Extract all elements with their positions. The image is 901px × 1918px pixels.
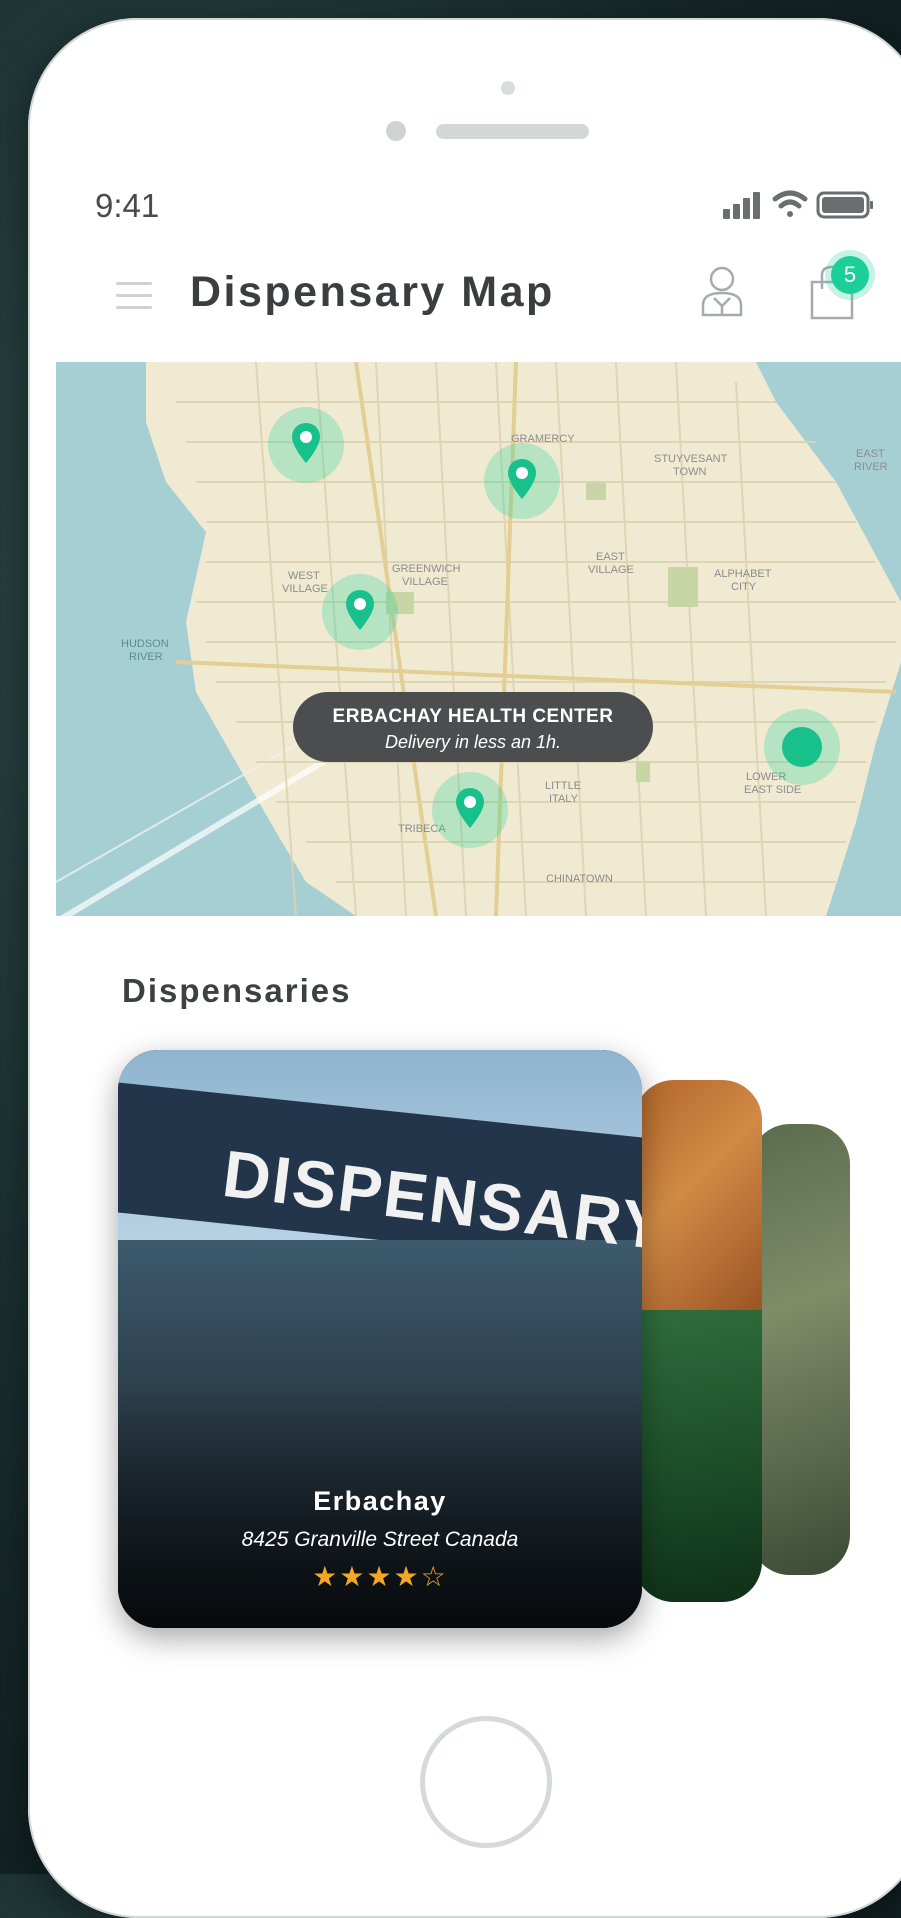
svg-text:VILLAGE: VILLAGE: [588, 564, 634, 576]
map-label-chinatown: CHINATOWN: [546, 873, 613, 885]
map-pin[interactable]: [268, 407, 344, 483]
svg-text:WEST: WEST: [288, 570, 320, 582]
svg-text:LITTLE: LITTLE: [545, 780, 581, 792]
dispensary-card-3[interactable]: [750, 1124, 850, 1575]
svg-text:VILLAGE: VILLAGE: [402, 576, 448, 588]
svg-text:ALPHABET: ALPHABET: [714, 568, 772, 580]
callout-subtitle: Delivery in less an 1h.: [384, 732, 562, 752]
earpiece-speaker: [436, 124, 589, 139]
dispensary-card-2[interactable]: [634, 1080, 762, 1602]
card-image: [634, 1080, 762, 1310]
section-title: Dispensaries: [122, 972, 352, 1009]
sensor: [501, 81, 515, 95]
wifi-icon: [772, 190, 808, 217]
svg-text:EAST: EAST: [596, 551, 625, 563]
svg-text:GREENWICH: GREENWICH: [392, 563, 461, 575]
map-callout[interactable]: ERBACHAY HEALTH CENTER Delivery in less …: [293, 692, 653, 762]
map-pin[interactable]: [322, 574, 398, 650]
cart-count-badge: 5: [831, 256, 869, 294]
svg-text:VILLAGE: VILLAGE: [282, 583, 328, 595]
front-camera: [386, 121, 406, 141]
svg-text:CITY: CITY: [731, 581, 757, 593]
callout-title: ERBACHAY HEALTH CENTER: [332, 706, 614, 727]
svg-text:RIVER: RIVER: [129, 651, 163, 663]
map-pin[interactable]: [484, 443, 560, 519]
card-address: 8425 Granville Street Canada: [241, 1528, 519, 1551]
hamburger-menu-icon[interactable]: [116, 275, 152, 315]
page-title: Dispensary Map: [190, 268, 555, 316]
svg-text:EAST SIDE: EAST SIDE: [744, 784, 801, 796]
selected-location-marker[interactable]: [764, 709, 840, 785]
battery-icon: [816, 191, 873, 219]
dispensary-card-1[interactable]: DISPENSARY Erbachay 8425 Granville Stree…: [118, 1050, 642, 1628]
signal-icon: [723, 192, 760, 219]
status-time: 9:41: [95, 187, 160, 224]
user-profile-icon[interactable]: [700, 265, 744, 317]
card-image: [634, 1310, 762, 1602]
card-name: Erbachay: [313, 1486, 447, 1516]
home-button[interactable]: [420, 1716, 552, 1848]
status-icons: [723, 185, 883, 225]
svg-text:EAST: EAST: [856, 448, 885, 460]
dispensary-map[interactable]: GRAMERCY STUYVESANT TOWN EAST RIVER WEST…: [56, 362, 901, 916]
svg-text:RIVER: RIVER: [854, 461, 888, 473]
svg-text:ITALY: ITALY: [549, 793, 579, 805]
rating-stars: ★★★★☆: [312, 1561, 448, 1592]
svg-text:STUYVESANT: STUYVESANT: [654, 453, 728, 465]
svg-text:HUDSON: HUDSON: [121, 638, 169, 650]
map-pin[interactable]: [432, 772, 508, 848]
svg-text:TOWN: TOWN: [673, 466, 706, 478]
